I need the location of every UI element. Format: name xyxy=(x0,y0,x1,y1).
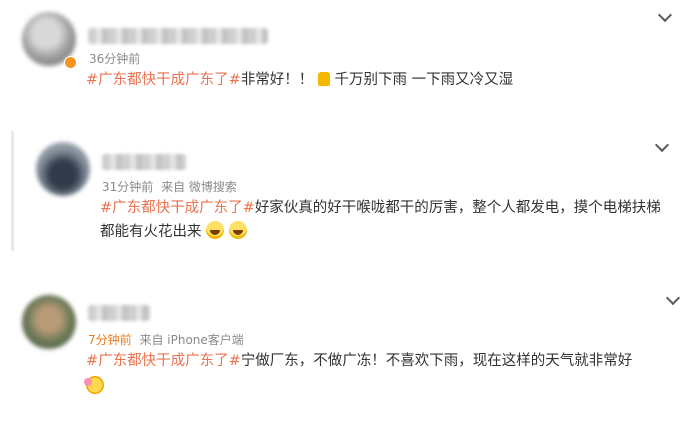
post-source: 来自 微博搜索 xyxy=(161,180,237,194)
verified-badge-icon xyxy=(64,56,77,69)
chevron-down-icon[interactable] xyxy=(665,290,681,306)
hashtag-link[interactable]: #广东都快干成广东了# xyxy=(100,200,255,216)
chevron-down-icon[interactable] xyxy=(654,137,670,153)
hashtag-link[interactable]: #广东都快干成广东了# xyxy=(86,353,241,369)
avatar[interactable] xyxy=(22,295,76,349)
hashtag-link[interactable]: #广东都快干成广东了# xyxy=(86,72,241,88)
post-body-extra: 千万别下雨 一下雨又冷又湿 xyxy=(334,72,514,88)
post-body: 宁做厂东，不做广冻！不喜欢下雨，现在这样的天气就非常好 xyxy=(240,353,633,369)
avatar[interactable] xyxy=(36,142,90,196)
post-text: #广东都快干成广东了#好家伙真的好干喉咙都干的厉害，整个人都发电，摸个电梯扶梯 … xyxy=(100,196,680,244)
post-text: #广东都快干成广东了#宁做厂东，不做广冻！不喜欢下雨，现在这样的天气就非常好 xyxy=(84,349,686,399)
post-text: #广东都快干成广东了#非常好！！ 千万别下雨 一下雨又冷又湿 xyxy=(86,68,666,92)
post-time[interactable]: 31分钟前 xyxy=(102,180,153,194)
post-body-line2: 都能有火花出来 xyxy=(100,224,202,240)
post-time[interactable]: 7分钟前 xyxy=(88,333,132,347)
post-body: 好家伙真的好干喉咙都干的厉害，整个人都发电，摸个电梯扶梯 xyxy=(254,200,661,216)
thumbs-up-icon xyxy=(317,72,330,86)
post-3: 7分钟前 来自 iPhone客户端 #广东都快干成广东了#宁做厂东，不做广冻！不… xyxy=(0,285,700,427)
username[interactable] xyxy=(88,28,268,44)
post-meta: 36分钟前 xyxy=(89,50,140,67)
laugh-cry-icon xyxy=(206,221,225,239)
username[interactable] xyxy=(102,154,186,170)
post-meta: 7分钟前 来自 iPhone客户端 xyxy=(88,331,244,348)
blush-icon xyxy=(84,376,104,394)
post-body: 非常好！！ xyxy=(240,72,314,88)
chevron-down-icon[interactable] xyxy=(657,7,673,23)
post-2: 31分钟前 来自 微博搜索 #广东都快干成广东了#好家伙真的好干喉咙都干的厉害，… xyxy=(0,130,700,270)
username[interactable] xyxy=(88,305,150,321)
post-meta: 31分钟前 来自 微博搜索 xyxy=(102,178,237,195)
post-source: 来自 iPhone客户端 xyxy=(139,333,244,347)
post-1: 36分钟前 #广东都快干成广东了#非常好！！ 千万别下雨 一下雨又冷又湿 xyxy=(0,0,700,115)
post-time[interactable]: 36分钟前 xyxy=(89,52,140,66)
laugh-cry-icon xyxy=(228,221,247,239)
